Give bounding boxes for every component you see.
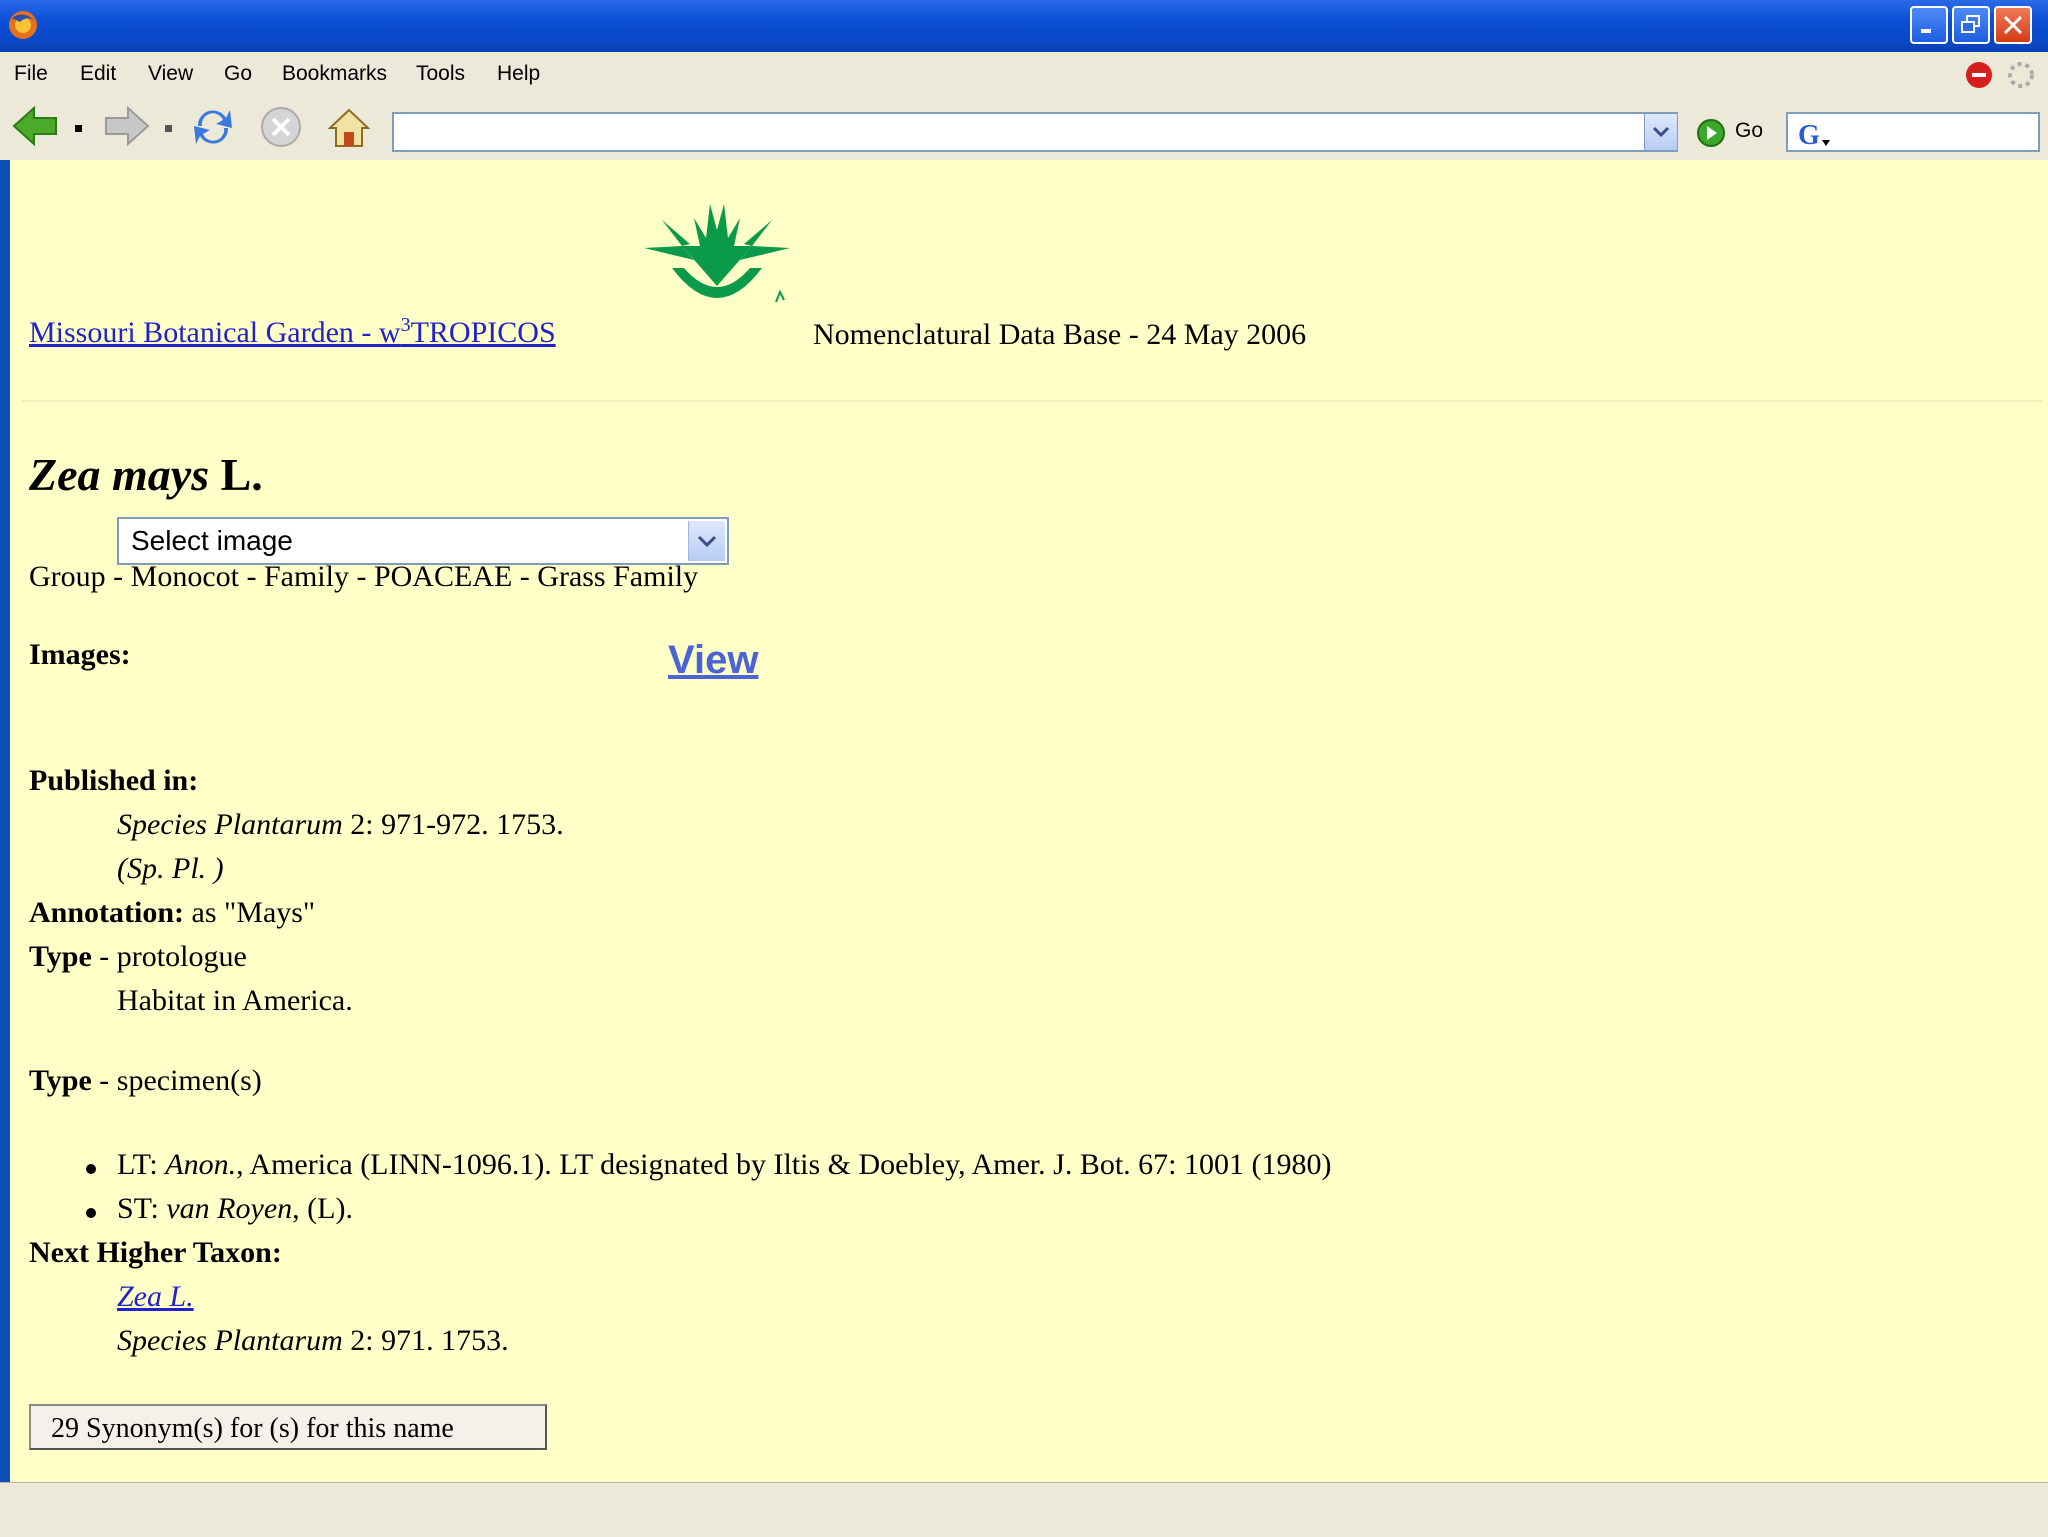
taxon-author: L. (220, 449, 263, 500)
group-family-line: Group - Monocot - Family - POACEAE - Gra… (29, 560, 699, 593)
higher-taxon-link[interactable]: Zea L. (117, 1280, 194, 1314)
specimen-prefix: LT: (117, 1148, 166, 1181)
chevron-down-icon (697, 535, 717, 548)
menu-edit[interactable]: Edit (80, 62, 116, 86)
menu-go[interactable]: Go (224, 62, 252, 86)
specimen-prefix: ST: (117, 1192, 167, 1225)
type-specimen-value: - specimen(s) (91, 1064, 262, 1097)
minimize-icon (1921, 29, 1931, 33)
menu-bookmarks[interactable]: Bookmarks (282, 62, 387, 86)
menu-bar: File Edit View Go Bookmarks Tools Help (0, 52, 2048, 95)
menu-tools[interactable]: Tools (416, 62, 465, 86)
higher-taxon-work: Species Plantarum (117, 1324, 343, 1357)
svg-text:G: G (1798, 120, 1820, 148)
go-label[interactable]: Go (1735, 119, 1763, 143)
back-dropdown-icon[interactable] (72, 122, 86, 134)
type-specimen-label: Type (29, 1064, 92, 1097)
published-work: Species Plantarum (117, 808, 343, 841)
higher-taxon-citation: Species Plantarum 2: 971. 1753. (117, 1324, 509, 1358)
higher-taxon-pages: 2: 971. 1753. (342, 1324, 509, 1357)
search-box[interactable]: G (1786, 112, 2040, 152)
window-titlebar (0, 0, 2048, 52)
header-divider (22, 400, 2042, 402)
type-protologue-line: Type - protologue (29, 940, 247, 974)
chevron-down-icon (1652, 126, 1670, 138)
back-arrow-icon[interactable] (12, 104, 60, 148)
site-link-sup: 3 (400, 314, 411, 336)
next-higher-taxon-label: Next Higher Taxon: (29, 1236, 282, 1269)
firefox-icon (9, 11, 37, 39)
list-bullet (86, 1164, 96, 1174)
list-item: LT: Anon., America (LINN-1096.1). LT des… (117, 1148, 1331, 1182)
published-citation: Species Plantarum 2: 971-972. 1753. (117, 808, 564, 842)
menu-help[interactable]: Help (497, 62, 540, 86)
taxon-title: Zea mays L. (29, 448, 263, 501)
image-select-arrow[interactable] (688, 521, 725, 561)
menu-file[interactable]: File (14, 62, 48, 86)
reload-icon[interactable] (190, 104, 236, 150)
annotation-value: as "Mays" (184, 896, 316, 929)
menu-view[interactable]: View (148, 62, 193, 86)
specimen-details: , (L). (292, 1192, 353, 1225)
type-protologue-label: Type (29, 940, 92, 973)
window-left-border (0, 160, 10, 1482)
type-protologue-value: - protologue (91, 940, 247, 973)
specimen-details: , America (LINN-1096.1). LT designated b… (236, 1148, 1332, 1181)
minimize-button[interactable] (1910, 6, 1948, 44)
stop-icon[interactable] (258, 104, 304, 150)
synonyms-button[interactable]: 29 Synonym(s) for (s) for this name (29, 1404, 547, 1450)
specimen-collector: van Royen (166, 1192, 293, 1225)
images-label: Images: (29, 638, 131, 671)
annotation-line: Annotation: as "Mays" (29, 896, 315, 930)
page-content: Missouri Botanical Garden - w3TROPICOS N… (10, 160, 2048, 1482)
published-pages: 2: 971-972. 1753. (342, 808, 564, 841)
specimen-collector: Anon. (165, 1148, 237, 1181)
site-link[interactable]: Missouri Botanical Garden - w3TROPICOS (29, 314, 556, 350)
forward-arrow-icon[interactable] (102, 104, 150, 148)
view-publication-link[interactable]: View (668, 638, 758, 683)
site-link-text: Missouri Botanical Garden - w (29, 316, 401, 349)
published-in-label: Published in: (29, 764, 199, 797)
close-button[interactable] (1994, 6, 2032, 44)
tropicos-logo-icon (644, 204, 790, 303)
forward-dropdown-icon[interactable] (162, 122, 176, 134)
close-icon (2003, 15, 2023, 35)
annotation-label: Annotation: (29, 896, 185, 929)
habitat-line: Habitat in America. (117, 984, 353, 1017)
type-specimen-line: Type - specimen(s) (29, 1064, 262, 1098)
home-icon[interactable] (326, 104, 372, 150)
go-icon[interactable] (1696, 118, 1726, 148)
throbber-icon (2008, 62, 2034, 88)
site-link-tail: TROPICOS (410, 316, 556, 349)
list-bullet (86, 1208, 96, 1218)
address-bar[interactable] (392, 112, 1678, 152)
google-search-icon[interactable]: G (1796, 120, 1832, 148)
publication-abbrev: (Sp. Pl. ) (117, 852, 224, 885)
stop-download-icon[interactable] (1964, 60, 1994, 90)
image-select[interactable]: Select image (117, 517, 729, 565)
taxon-name: Zea mays (29, 449, 210, 500)
synonyms-button-label: 29 Synonym(s) for (s) for this name (51, 1413, 454, 1444)
image-select-value: Select image (131, 525, 293, 556)
restore-button[interactable] (1952, 6, 1990, 44)
restore-icon (1961, 15, 1980, 33)
status-bar (0, 1482, 2048, 1537)
address-dropdown-button[interactable] (1644, 114, 1677, 150)
list-item: ST: van Royen, (L). (117, 1192, 353, 1226)
database-title: Nomenclatural Data Base - 24 May 2006 (813, 318, 1307, 351)
